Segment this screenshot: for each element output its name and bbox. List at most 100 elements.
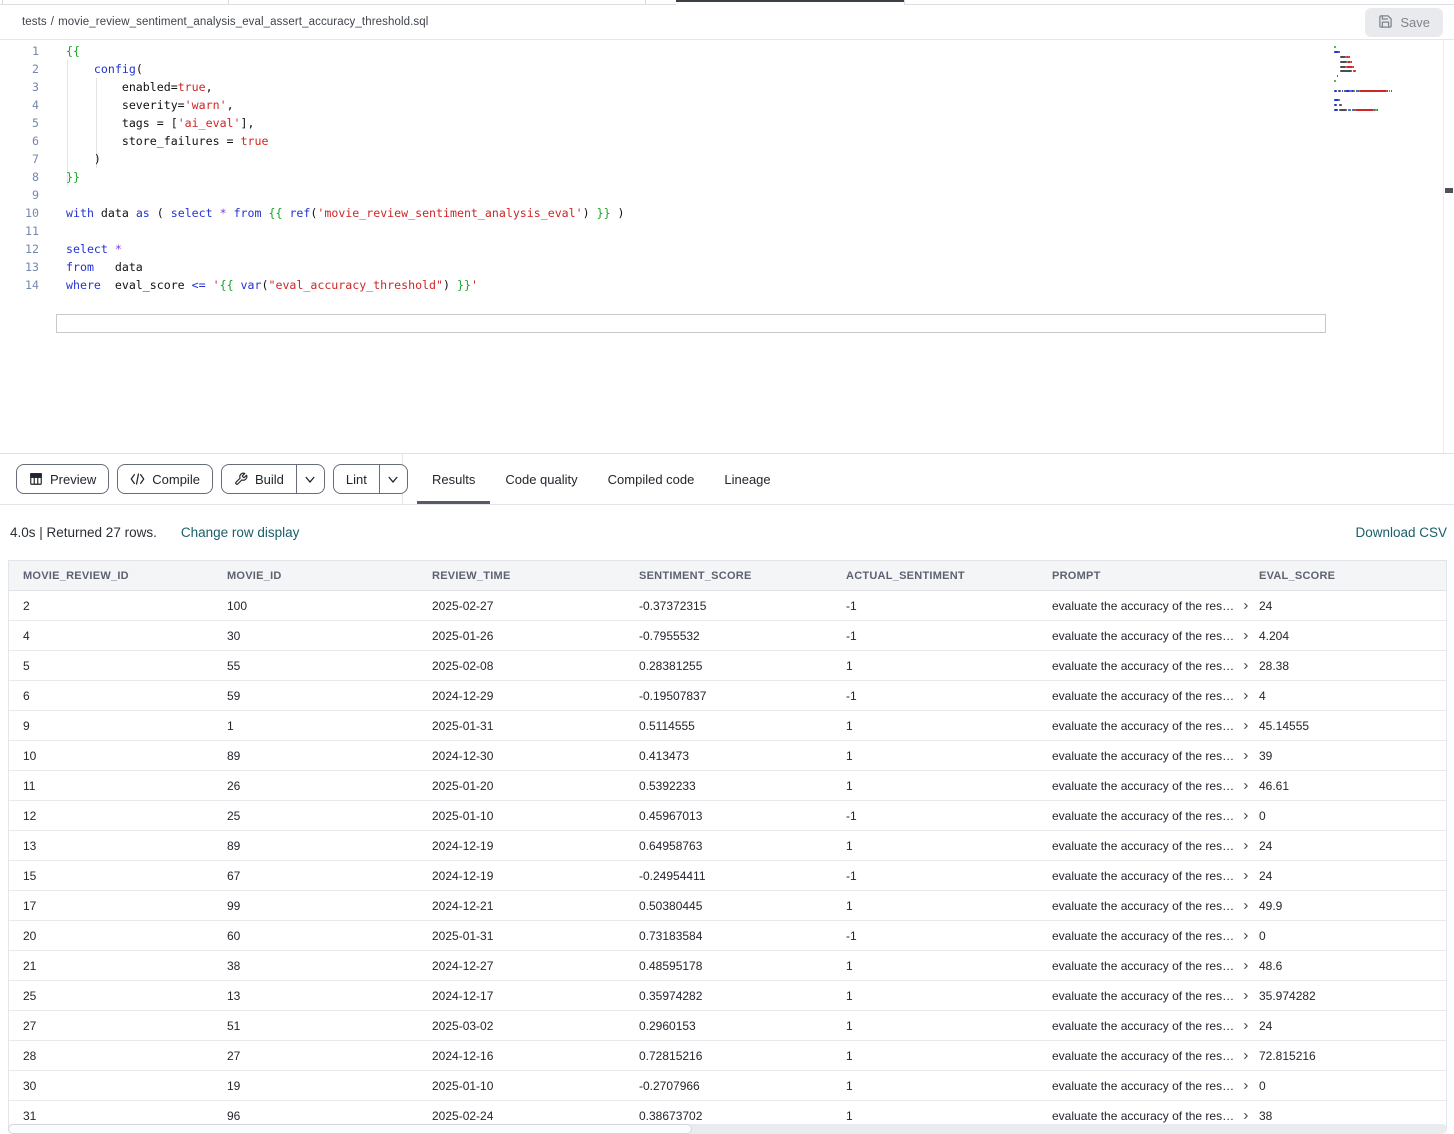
breadcrumb-filename: movie_review_sentiment_analysis_eval_ass… [58, 16, 428, 28]
table-cell: 5 [9, 651, 213, 681]
expand-cell-icon[interactable] [1241, 721, 1251, 731]
expand-cell-icon[interactable] [1241, 691, 1251, 701]
table-cell: 4 [1245, 681, 1446, 711]
expand-cell-icon[interactable] [1241, 901, 1251, 911]
expand-cell-icon[interactable] [1241, 871, 1251, 881]
tab-lineage[interactable]: Lineage [709, 454, 785, 504]
table-cell: 2025-01-31 [418, 921, 625, 951]
column-header: PROMPT [1038, 561, 1245, 591]
table-cell: 17 [9, 891, 213, 921]
table-cell: 0.64958763 [625, 831, 832, 861]
editor-scrollbar-thumb[interactable] [1445, 188, 1453, 193]
tab-compiled-code[interactable]: Compiled code [593, 454, 710, 504]
expand-cell-icon[interactable] [1241, 1111, 1251, 1121]
table-cell: 1 [832, 981, 1038, 1011]
code-line: 6 store_failures = true [0, 132, 625, 150]
tab-results[interactable]: Results [417, 454, 490, 504]
editor-minimap[interactable] [1334, 45, 1434, 112]
expand-cell-icon[interactable] [1241, 931, 1251, 941]
code-editor[interactable]: 1{{2 config(3 enabled=true,4 severity='w… [0, 40, 1454, 453]
table-cell: 19 [213, 1071, 418, 1101]
table-cell: -1 [832, 591, 1038, 621]
line-number: 9 [0, 186, 39, 204]
expand-cell-icon[interactable] [1241, 1081, 1251, 1091]
lint-button[interactable]: Lint [333, 464, 408, 494]
table-cell: 30 [9, 1071, 213, 1101]
table-cell: 0.5114555 [625, 711, 832, 741]
table-cell: 0.28381255 [625, 651, 832, 681]
results-status-bar: 4.0s | Returned 27 rows. Change row disp… [0, 505, 1454, 560]
prompt-preview-text: evaluate the accuracy of the res… [1052, 1049, 1234, 1063]
compile-button[interactable]: Compile [117, 464, 213, 494]
prompt-preview-text: evaluate the accuracy of the res… [1052, 929, 1234, 943]
prompt-preview-text: evaluate the accuracy of the res… [1052, 1079, 1234, 1093]
download-csv-link[interactable]: Download CSV [1355, 525, 1447, 540]
expand-cell-icon[interactable] [1241, 991, 1251, 1001]
expand-cell-icon[interactable] [1241, 751, 1251, 761]
table-cell: 2 [9, 591, 213, 621]
build-button[interactable]: Build [221, 464, 325, 494]
expand-cell-icon[interactable] [1241, 1051, 1251, 1061]
table-cell: 0 [1245, 801, 1446, 831]
expand-cell-icon[interactable] [1241, 601, 1251, 611]
table-cell: 89 [213, 741, 418, 771]
column-header: ACTUAL_SENTIMENT [832, 561, 1038, 591]
table-cell: 60 [213, 921, 418, 951]
expand-cell-icon[interactable] [1241, 961, 1251, 971]
expand-cell-icon[interactable] [1241, 781, 1251, 791]
save-button[interactable]: Save [1365, 8, 1443, 37]
code-text: where eval_score <= '{{ var("eval_accura… [39, 276, 478, 294]
code-line: 12select * [0, 240, 625, 258]
table-cell: 0.413473 [625, 741, 832, 771]
horizontal-scrollbar-thumb[interactable] [8, 1124, 692, 1134]
editor-scrollbar-track [1443, 40, 1444, 453]
tab-code-quality[interactable]: Code quality [490, 454, 592, 504]
table-cell: 0.50380445 [625, 891, 832, 921]
line-number: 2 [0, 60, 39, 78]
code-line: 14where eval_score <= '{{ var("eval_accu… [0, 276, 625, 294]
table-cell: 38 [213, 951, 418, 981]
code-line: 3 enabled=true, [0, 78, 625, 96]
code-line: 5 tags = ['ai_eval'], [0, 114, 625, 132]
table-cell: 25 [9, 981, 213, 1011]
table-cell: 0.35974282 [625, 981, 832, 1011]
table-row: 28272024-12-160.728152161evaluate the ac… [9, 1041, 1446, 1071]
expand-cell-icon[interactable] [1241, 1021, 1251, 1031]
table-cell: 1 [832, 1041, 1038, 1071]
change-row-display-link[interactable]: Change row display [181, 525, 300, 540]
table-cell: -1 [832, 921, 1038, 951]
save-button-label: Save [1400, 15, 1430, 30]
preview-button[interactable]: Preview [16, 464, 109, 494]
code-lines: 1{{2 config(3 enabled=true,4 severity='w… [0, 42, 625, 294]
expand-cell-icon[interactable] [1241, 661, 1251, 671]
table-cell: 1 [832, 831, 1038, 861]
column-header: MOVIE_REVIEW_ID [9, 561, 213, 591]
expand-cell-icon[interactable] [1241, 841, 1251, 851]
table-cell: 0.2960153 [625, 1011, 832, 1041]
code-text: }} [39, 168, 80, 186]
table-row: 5552025-02-080.283812551evaluate the acc… [9, 651, 1446, 681]
table-cell: 2024-12-27 [418, 951, 625, 981]
code-line: 1{{ [0, 42, 625, 60]
table-cell: 28.38 [1245, 651, 1446, 681]
prompt-preview-text: evaluate the accuracy of the res… [1052, 779, 1234, 793]
code-text: select * [39, 240, 122, 258]
build-dropdown-toggle[interactable] [296, 465, 324, 493]
table-cell: 46.61 [1245, 771, 1446, 801]
table-cell: 99 [213, 891, 418, 921]
table-grid-icon [29, 472, 43, 486]
table-cell: -1 [832, 861, 1038, 891]
expand-cell-icon[interactable] [1241, 631, 1251, 641]
expand-cell-icon[interactable] [1241, 811, 1251, 821]
toolbar: Preview Compile [0, 453, 1454, 505]
table-cell: 2024-12-17 [418, 981, 625, 1011]
column-header: REVIEW_TIME [418, 561, 625, 591]
editor-action-buttons: Preview Compile [0, 454, 403, 504]
table-row: 13892024-12-190.649587631evaluate the ac… [9, 831, 1446, 861]
table-row: 21382024-12-270.485951781evaluate the ac… [9, 951, 1446, 981]
table-cell: 10 [9, 741, 213, 771]
table-cell: 6 [9, 681, 213, 711]
prompt-preview-text: evaluate the accuracy of the res… [1052, 659, 1234, 673]
breadcrumb: tests/movie_review_sentiment_analysis_ev… [22, 16, 428, 28]
active-tab-indicator [676, 0, 904, 2]
